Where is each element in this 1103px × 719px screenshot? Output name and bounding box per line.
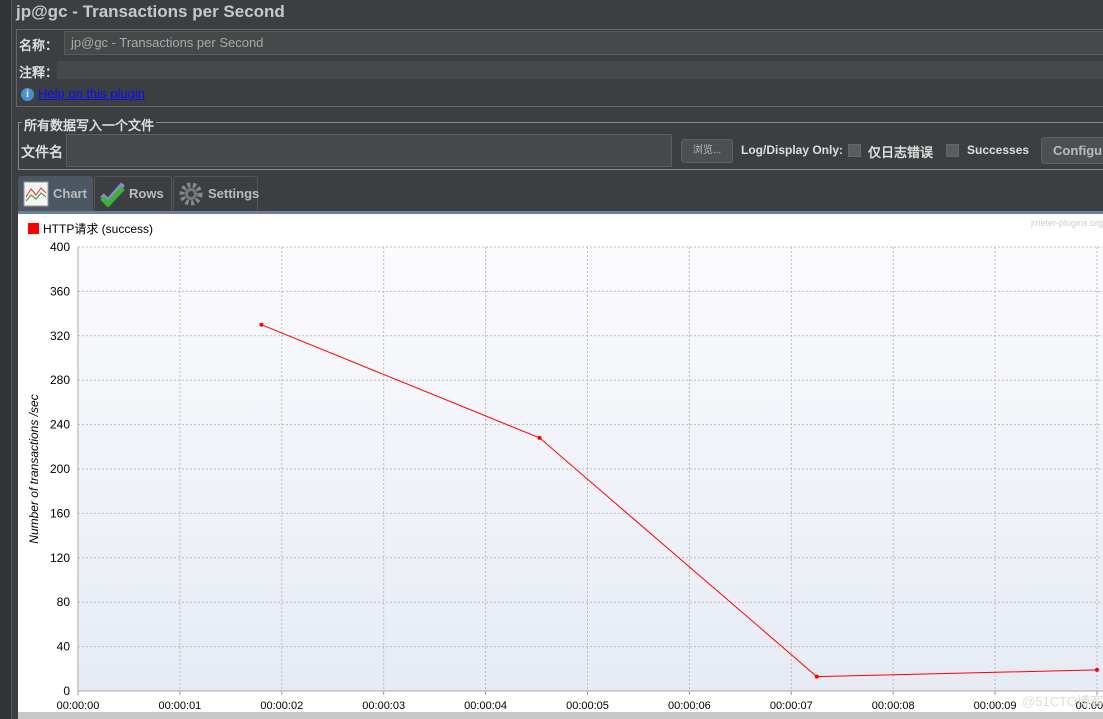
gear-icon — [179, 182, 203, 206]
file-group-title: 所有数据写入一个文件 — [22, 115, 157, 134]
y-tick-label: 0 — [63, 684, 70, 698]
x-tick-label: 00:00:08 — [872, 700, 915, 712]
x-tick-label: 00:00:03 — [362, 700, 405, 712]
y-tick-label: 280 — [50, 373, 70, 387]
y-tick-label: 160 — [50, 506, 70, 520]
y-axis-label: Number of transactions /sec — [27, 394, 41, 543]
y-tick-label: 320 — [50, 329, 70, 343]
log-display-label: Log/Display Only: — [741, 143, 844, 157]
file-label: 文件名 — [21, 144, 63, 160]
comment-label: 注释： — [19, 65, 59, 80]
watermark: jmeter-plugins.org — [1030, 218, 1103, 228]
x-tick-label: 00:00:06 — [668, 700, 711, 712]
successes-checkbox-label: Successes — [967, 143, 1030, 157]
errors-checkbox-label: 仅日志错误 — [868, 145, 934, 160]
corner-watermark: @51CTO博客 — [1022, 694, 1103, 709]
x-tick-label: 00:00:01 — [158, 700, 201, 712]
tab-settings[interactable]: Settings — [173, 176, 260, 211]
left-splitter[interactable] — [0, 0, 12, 719]
info-icon: i — [21, 88, 34, 101]
checkmark-icon — [100, 182, 125, 207]
legend-label: HTTP请求 (success) — [43, 222, 153, 236]
y-tick-label: 200 — [50, 462, 70, 476]
y-tick-label: 400 — [50, 240, 70, 254]
data-point — [537, 435, 542, 440]
x-tick-label: 00:00:02 — [260, 700, 303, 712]
y-tick-label: 120 — [50, 551, 70, 565]
errors-checkbox[interactable] — [848, 144, 861, 157]
x-tick-label: 00:00:04 — [464, 700, 507, 712]
legend-swatch — [28, 223, 39, 234]
browse-button[interactable]: 浏览... — [681, 139, 733, 163]
name-label: 名称： — [19, 38, 59, 53]
tab-chart-label: Chart — [53, 186, 87, 201]
x-tick-label: 00:00:05 — [566, 700, 609, 712]
comment-input[interactable] — [57, 61, 1103, 79]
data-point — [814, 674, 819, 679]
successes-checkbox[interactable] — [946, 144, 959, 157]
window-title: jp@gc - Transactions per Second — [16, 2, 285, 21]
file-input[interactable] — [66, 134, 672, 167]
tab-chart[interactable]: Chart — [18, 176, 93, 211]
tab-settings-label: Settings — [208, 186, 260, 201]
data-point — [1095, 667, 1099, 672]
name-input[interactable]: jp@gc - Transactions per Second — [64, 31, 1103, 55]
x-tick-label: 00:00:07 — [770, 700, 813, 712]
configure-button[interactable]: Configure — [1041, 137, 1103, 164]
tab-rows-label: Rows — [129, 186, 164, 201]
data-point — [259, 322, 264, 327]
x-tick-label: 00:00:00 — [57, 700, 100, 712]
y-tick-label: 80 — [57, 595, 71, 609]
tab-rows[interactable]: Rows — [94, 176, 172, 211]
y-tick-label: 40 — [57, 640, 71, 654]
tps-chart: 0 40 80 120 160 200 240 280 320 360 400 00:00:00 00:… — [18, 214, 1103, 719]
x-tick-label: 00:00:09 — [974, 700, 1017, 712]
y-tick-label: 240 — [50, 418, 70, 432]
chart-icon — [23, 181, 49, 207]
help-link[interactable]: Help on this plugin — [38, 86, 145, 101]
horizontal-scrollbar[interactable] — [18, 712, 1103, 719]
chart-panel: 0 40 80 120 160 200 240 280 320 360 400 00:00:00 00:… — [18, 211, 1103, 719]
y-tick-label: 360 — [50, 284, 70, 298]
